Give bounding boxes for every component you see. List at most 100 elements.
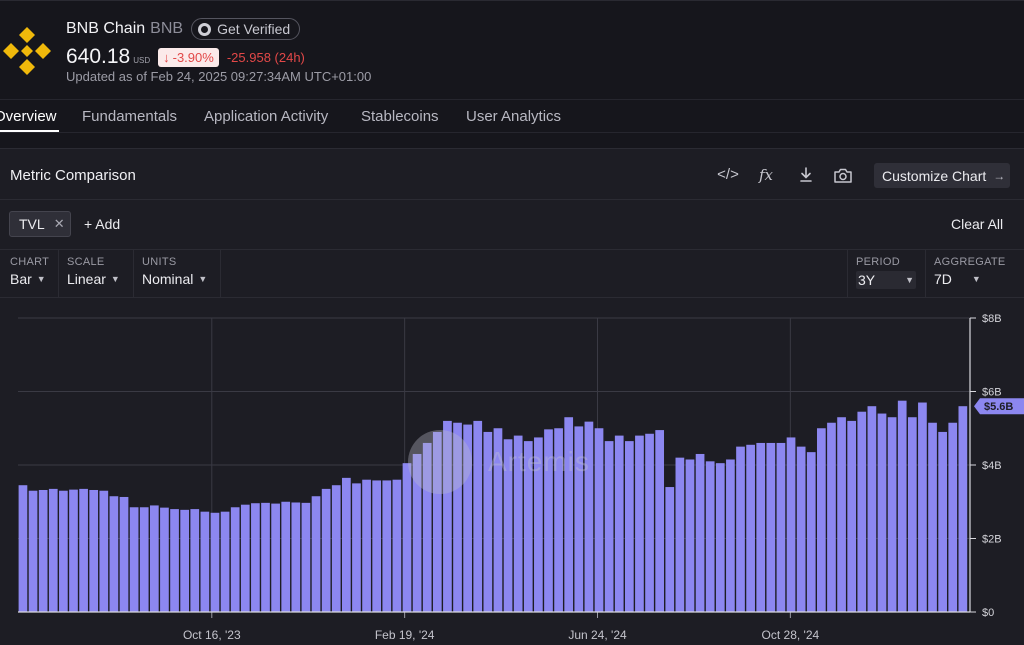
tab-user-analytics[interactable]: User Analytics bbox=[466, 108, 561, 125]
bar bbox=[331, 485, 341, 612]
updated-timestamp: Updated as of Feb 24, 2025 09:27:34AM UT… bbox=[66, 69, 372, 84]
bar bbox=[261, 502, 270, 612]
customize-chart-button[interactable]: Customize Chart → bbox=[874, 163, 1010, 188]
y-tick-label: $2B bbox=[982, 534, 1002, 546]
y-tick-label: $4B bbox=[982, 460, 1002, 472]
bar bbox=[594, 428, 604, 612]
artemis-watermark: Artemis bbox=[408, 430, 590, 494]
x-tick-label: Oct 28, '24 bbox=[762, 628, 820, 642]
chevron-down-icon: ▼ bbox=[905, 275, 915, 285]
tvl-chart[interactable]: Oct 16, '23 Feb 19, '24 Jun 24, '24 Oct 28,… bbox=[0, 298, 1024, 645]
bar bbox=[867, 406, 877, 612]
bar bbox=[321, 488, 331, 612]
bar bbox=[160, 507, 169, 612]
last-value-label: $5.6B bbox=[984, 401, 1013, 413]
price-currency: USD bbox=[133, 56, 151, 65]
metric-chip-label: TVL bbox=[19, 216, 45, 232]
bar bbox=[675, 457, 685, 612]
divider bbox=[925, 250, 926, 297]
bar bbox=[139, 507, 149, 612]
units-select[interactable]: UNITS Nominal ▼ bbox=[142, 256, 207, 287]
bar bbox=[281, 501, 291, 612]
bar bbox=[847, 420, 857, 612]
chevron-down-icon: ▼ bbox=[971, 274, 981, 284]
price-change-badge: ↓ -3.90% bbox=[158, 48, 219, 67]
active-tab-indicator bbox=[0, 130, 59, 132]
bar bbox=[28, 490, 38, 612]
metric-chip-tvl[interactable]: TVL ✕ bbox=[9, 211, 71, 237]
bar bbox=[877, 413, 887, 612]
bar bbox=[958, 406, 968, 612]
asset-ticker: BNB bbox=[150, 20, 184, 37]
bar bbox=[817, 428, 826, 612]
aggregate-select[interactable]: AGGREGATE 7D ▼ bbox=[934, 256, 1006, 287]
bar bbox=[827, 422, 836, 612]
x-tick-label: Jun 24, '24 bbox=[568, 628, 627, 642]
download-icon[interactable] bbox=[795, 165, 817, 185]
bar bbox=[695, 453, 705, 612]
nav-tabs: Overview Fundamentals Application Activi… bbox=[0, 99, 1024, 133]
period-value: 3Y bbox=[858, 272, 876, 288]
price-value: 640.18 bbox=[66, 45, 131, 68]
function-icon[interactable]: fx bbox=[755, 165, 777, 185]
divider bbox=[847, 250, 848, 297]
y-tick-label: $0 bbox=[982, 607, 994, 619]
scale-label: SCALE bbox=[67, 256, 105, 268]
scale-value: Linear bbox=[67, 271, 106, 287]
artemis-logo-icon bbox=[408, 430, 472, 494]
top-divider bbox=[0, 0, 1024, 1]
bar bbox=[240, 504, 250, 612]
y-tick-label: $8B bbox=[982, 313, 1002, 325]
tab-overview[interactable]: Overview bbox=[0, 108, 57, 125]
bar bbox=[907, 417, 917, 612]
close-icon[interactable]: ✕ bbox=[54, 216, 65, 232]
chart-type-label: CHART bbox=[10, 256, 50, 268]
get-verified-button[interactable]: Get Verified bbox=[191, 18, 301, 40]
bar bbox=[69, 489, 78, 612]
bar bbox=[149, 505, 159, 612]
tab-fundamentals[interactable]: Fundamentals bbox=[82, 108, 177, 125]
code-icon[interactable]: </> bbox=[717, 165, 739, 185]
chart-type-select[interactable]: CHART Bar ▼ bbox=[10, 256, 49, 287]
bar bbox=[230, 507, 240, 612]
get-verified-label: Get Verified bbox=[217, 21, 291, 37]
camera-icon[interactable] bbox=[832, 165, 854, 185]
title-row: BNB Chain BNB Get Verified bbox=[66, 18, 301, 40]
bar bbox=[796, 446, 806, 612]
bar bbox=[918, 402, 927, 612]
bar bbox=[938, 431, 947, 612]
bar bbox=[887, 417, 897, 612]
bar bbox=[48, 488, 58, 612]
scale-select[interactable]: SCALE Linear ▼ bbox=[67, 256, 120, 287]
period-select[interactable]: PERIOD 3Y ▼ bbox=[856, 256, 916, 289]
bar bbox=[210, 512, 220, 612]
bar bbox=[180, 509, 190, 612]
bar bbox=[382, 480, 392, 612]
divider bbox=[0, 199, 1024, 200]
chart-type-value: Bar bbox=[10, 271, 32, 287]
bar bbox=[220, 511, 230, 612]
bar bbox=[766, 442, 776, 612]
clear-all-button[interactable]: Clear All bbox=[951, 216, 1003, 232]
tab-stablecoins[interactable]: Stablecoins bbox=[361, 108, 439, 125]
asset-header: BNB Chain BNB Get Verified 640.18 USD ↓ … bbox=[0, 0, 1024, 99]
bar bbox=[251, 503, 260, 612]
period-label: PERIOD bbox=[856, 256, 900, 268]
bnb-logo-icon bbox=[3, 27, 51, 75]
bar bbox=[736, 446, 745, 612]
bar bbox=[89, 489, 99, 612]
bar bbox=[786, 437, 796, 612]
bar bbox=[685, 459, 695, 612]
verified-badge-icon bbox=[198, 22, 212, 36]
customize-chart-label: Customize Chart bbox=[882, 167, 987, 184]
bar bbox=[746, 444, 755, 612]
tab-application-activity[interactable]: Application Activity bbox=[204, 108, 328, 125]
arrow-right-icon: → bbox=[993, 168, 1006, 183]
bar bbox=[806, 452, 816, 612]
add-metric-button[interactable]: + Add bbox=[84, 216, 120, 232]
divider bbox=[220, 250, 221, 297]
divider bbox=[0, 249, 1024, 250]
bar bbox=[18, 485, 28, 612]
asset-name: BNB Chain bbox=[66, 20, 146, 37]
bar bbox=[291, 502, 301, 612]
